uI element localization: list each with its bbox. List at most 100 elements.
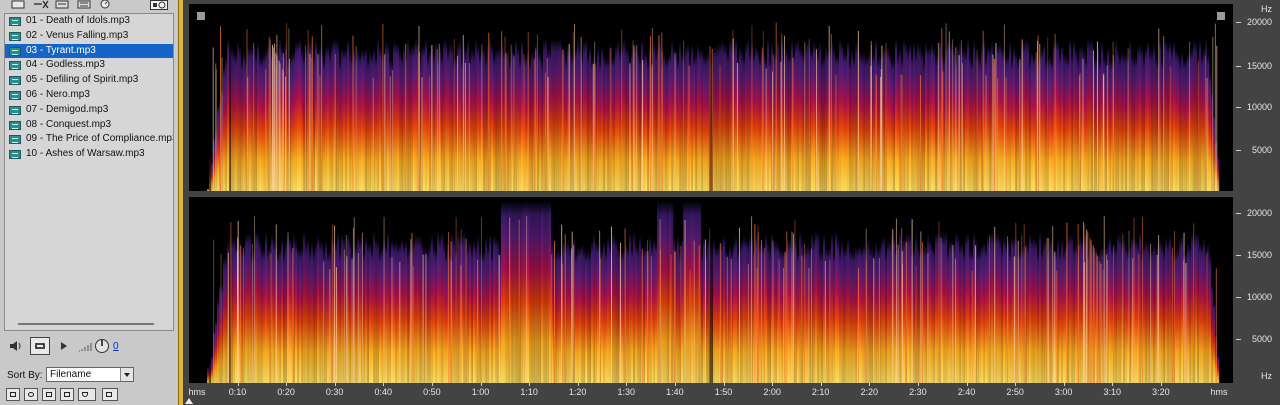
file-name: 01 - Death of Idols.mp3	[26, 15, 130, 26]
frequency-ruler-bottom: 20000 15000 10000 5000 Hz	[1236, 197, 1280, 383]
open-file-icon[interactable]	[11, 0, 25, 9]
audio-file-icon	[9, 135, 21, 145]
file-list[interactable]: 01 - Death of Idols.mp3 02 - Venus Falli…	[4, 13, 174, 331]
audio-file-icon	[9, 90, 21, 100]
frequency-tick	[1236, 66, 1241, 67]
show-full-path-button[interactable]	[102, 388, 118, 401]
time-tick	[772, 383, 774, 386]
file-item[interactable]: 07 - Demigod.mp3	[5, 103, 173, 118]
edit-file-icon[interactable]	[77, 0, 91, 9]
chevron-down-icon[interactable]	[120, 368, 133, 381]
time-tick	[1160, 383, 1162, 386]
frequency-label: 10000	[1246, 102, 1272, 112]
time-tick	[529, 383, 531, 386]
frequency-tick	[1236, 255, 1241, 256]
time-tick	[869, 383, 871, 386]
file-name: 07 - Demigod.mp3	[26, 103, 109, 115]
zoom-handle-left-icon[interactable]	[197, 12, 205, 20]
time-format-label: hms	[1210, 387, 1228, 397]
file-name: 02 - Venus Falling.mp3	[26, 29, 129, 41]
volume-knob[interactable]	[94, 338, 110, 359]
volume-meter-icon	[78, 339, 92, 358]
time-label: 0:20	[277, 387, 295, 397]
time-ruler[interactable]: hms 0:10 0:20 0:30 0:40 0:50 1:00 1:10 1:20 1:30…	[183, 383, 1280, 405]
zoom-handle-right-icon[interactable]	[1217, 12, 1225, 20]
speaker-icon[interactable]	[8, 339, 24, 358]
time-label: 2:40	[957, 387, 976, 397]
time-label: 2:00	[763, 387, 781, 397]
file-item[interactable]: 02 - Venus Falling.mp3	[5, 29, 173, 44]
file-name: 08 - Conquest.mp3	[26, 118, 112, 130]
frequency-label: 20000	[1246, 17, 1272, 27]
time-label: 2:50	[1006, 387, 1024, 397]
sort-by-value: Filename	[50, 369, 92, 380]
frequency-label: 15000	[1246, 61, 1272, 71]
files-toolbar	[0, 0, 178, 12]
time-format-label: hms	[188, 387, 206, 397]
time-label: 0:10	[228, 387, 247, 397]
loop-button[interactable]	[30, 337, 50, 360]
file-item[interactable]: 05 - Defiling of Spirit.mp3	[5, 73, 173, 88]
file-item-selected[interactable]: 03 - Tyrant.mp3	[5, 43, 173, 59]
file-item[interactable]: 04 - Godless.mp3	[5, 58, 173, 73]
file-item[interactable]: 01 - Death of Idols.mp3	[5, 14, 173, 29]
playhead-marker[interactable]	[185, 398, 193, 404]
filter-video-button[interactable]	[60, 388, 74, 401]
time-label: 1:10	[520, 387, 538, 397]
time-label: 0:40	[374, 387, 393, 397]
audio-file-icon	[9, 105, 21, 115]
filter-all-button[interactable]	[6, 388, 20, 401]
audio-file-icon	[9, 150, 21, 160]
file-item[interactable]: 08 - Conquest.mp3	[5, 118, 173, 133]
files-panel: 01 - Death of Idols.mp3 02 - Venus Falli…	[0, 0, 178, 405]
play-icon[interactable]	[59, 339, 69, 358]
insert-into-multitrack-icon[interactable]	[55, 0, 69, 9]
time-tick	[1015, 383, 1017, 386]
frequency-tick	[1236, 107, 1241, 108]
time-tick	[431, 383, 433, 386]
audio-file-icon	[9, 31, 21, 41]
frequency-tick	[1236, 22, 1241, 23]
time-label: 1:40	[666, 387, 684, 397]
filter-audio-button[interactable]	[24, 388, 38, 401]
file-name: 03 - Tyrant.mp3	[26, 44, 96, 56]
spectral-display[interactable]: Hz 20000 15000 10000 5000 20000 15000 10…	[183, 0, 1280, 405]
filter-icon[interactable]	[78, 388, 96, 401]
file-name: 09 - The Price of Compliance.mp3	[26, 133, 173, 145]
audio-file-icon	[9, 120, 21, 130]
frequency-label: 5000	[1251, 145, 1272, 155]
frequency-unit-label: Hz	[1261, 371, 1272, 381]
frequency-label: 5000	[1251, 334, 1272, 344]
audio-file-icon	[9, 61, 21, 71]
audio-file-icon	[9, 76, 21, 86]
time-tick	[1063, 383, 1065, 386]
time-label: 3:20	[1152, 387, 1170, 397]
autoplay-icon[interactable]	[99, 0, 113, 9]
file-name: 04 - Godless.mp3	[26, 59, 105, 71]
file-item[interactable]: 06 - Nero.mp3	[5, 88, 173, 103]
filter-loops-button[interactable]	[42, 388, 56, 401]
time-tick	[577, 383, 579, 386]
preview-transport: 0	[4, 337, 174, 357]
sort-bar: Sort By: Filename	[4, 367, 174, 383]
time-tick	[286, 383, 288, 386]
volume-value[interactable]: 0	[113, 341, 119, 352]
frequency-ruler-top: Hz 20000 15000 10000 5000	[1236, 4, 1280, 191]
time-tick	[674, 383, 676, 386]
spectrogram-left-channel[interactable]	[189, 4, 1233, 191]
time-tick	[917, 383, 919, 386]
file-item[interactable]: 10 - Ashes of Warsaw.mp3	[5, 147, 173, 162]
panel-options-icon[interactable]	[150, 0, 168, 10]
time-label: 1:00	[471, 387, 490, 397]
sort-by-dropdown[interactable]: Filename	[46, 367, 134, 382]
time-tick	[1112, 383, 1114, 386]
close-file-icon[interactable]	[33, 0, 49, 9]
frequency-unit-label: Hz	[1261, 4, 1272, 14]
spectrogram-right-channel[interactable]	[189, 197, 1233, 383]
file-list-scrollbar[interactable]	[18, 323, 154, 325]
time-tick	[237, 383, 239, 386]
file-item[interactable]: 09 - The Price of Compliance.mp3	[5, 132, 173, 147]
audio-file-icon	[9, 46, 21, 56]
time-label: 3:00	[1054, 387, 1073, 397]
frequency-tick	[1236, 297, 1241, 298]
